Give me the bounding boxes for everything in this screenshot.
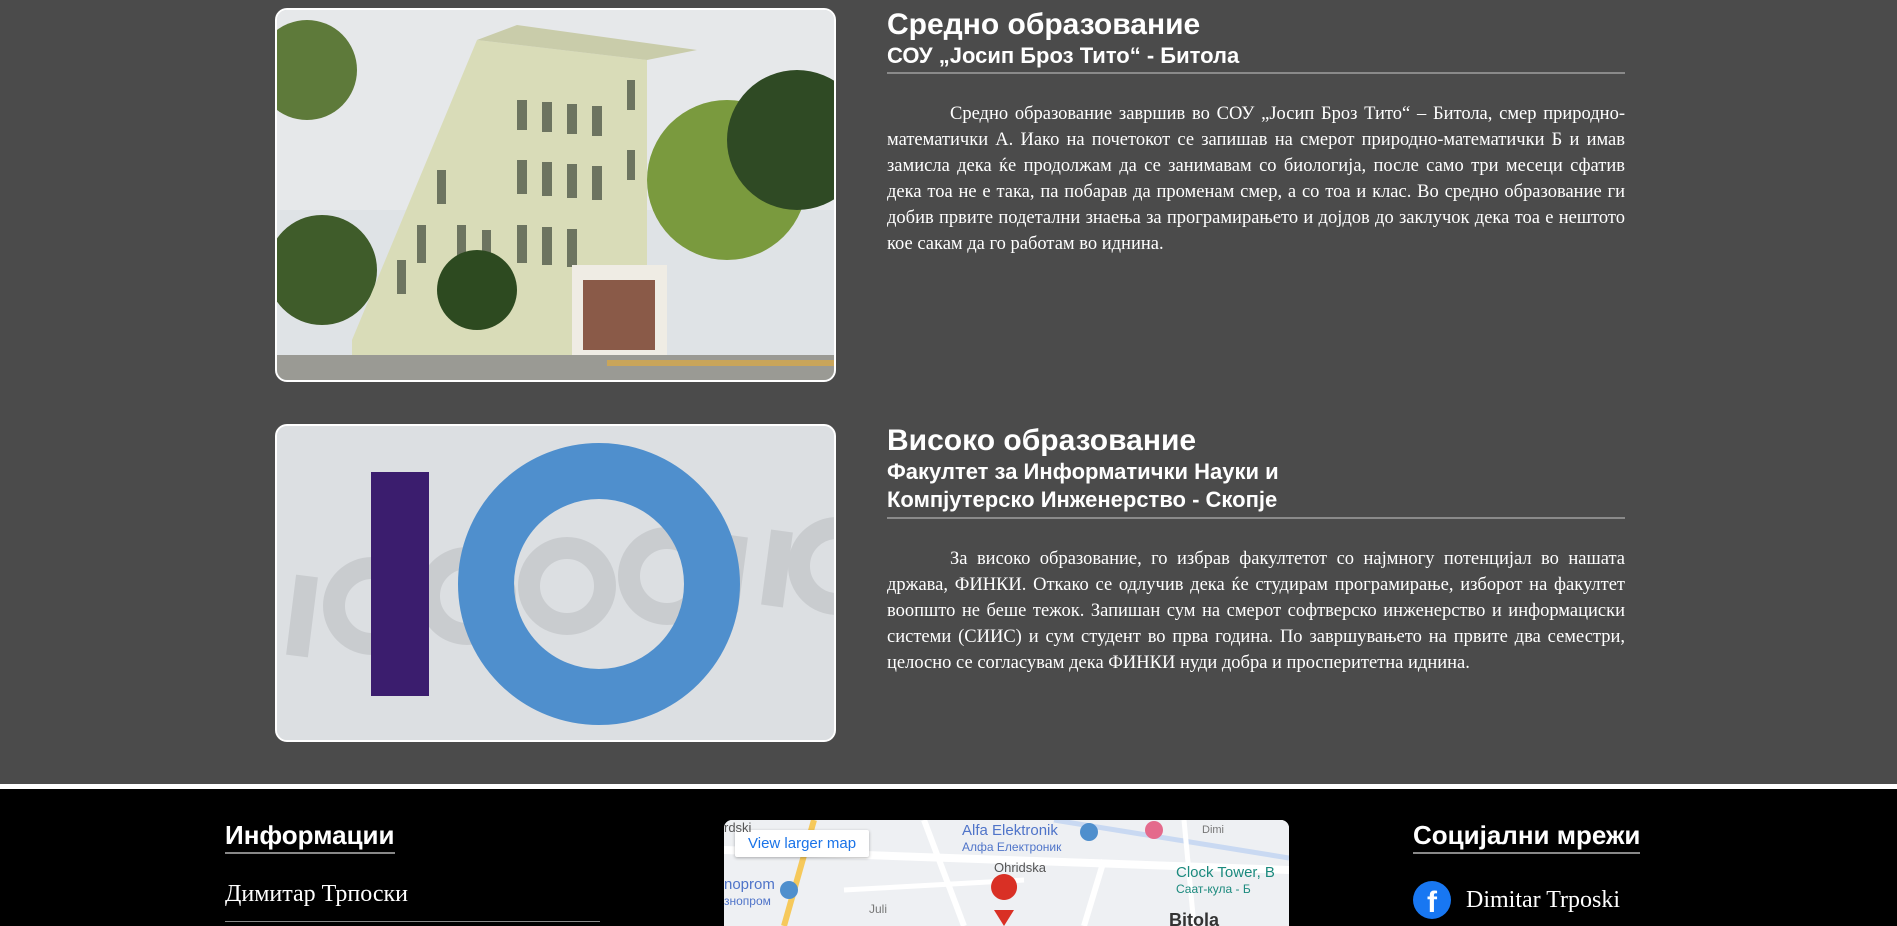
higher-title: Високо образование [887, 424, 1197, 457]
higher-subtitle-line2: Компјутерско Инженерство - Скопје [887, 487, 1278, 512]
facebook-icon[interactable]: f [1413, 881, 1451, 919]
info-name: Димитар Трпоски [225, 881, 409, 907]
school-building-image [277, 10, 834, 380]
finki-bar [371, 472, 429, 696]
map-label-street: Ohridska [994, 860, 1047, 875]
social-title: Социјални мрежи [1413, 820, 1641, 854]
map-label-alfa: Alfa Elektronik [962, 822, 1058, 839]
higher-text: Високо образование Факултет за Информати… [887, 424, 1625, 695]
map-label-juli: Juli [869, 902, 888, 916]
secondary-paragraph: Средно образование завршив во СОУ „Јосип… [887, 104, 1625, 254]
map-label-left: rdski [724, 820, 752, 835]
map-label-tower-cyr: Саат-кула - Б [1176, 882, 1251, 896]
map-label-tower: Clock Tower, B [1176, 864, 1275, 881]
finki-logo [277, 426, 834, 740]
view-larger-map-link[interactable]: View larger map [735, 830, 870, 857]
school-photo [275, 8, 836, 382]
map-label-shop: nоprom [724, 876, 775, 893]
secondary-text: Средно образование СОУ „Јосип Броз Тито“… [887, 8, 1625, 276]
secondary-subtitle: СОУ „Јосип Броз Тито“ - Битола [887, 42, 1625, 74]
facebook-link[interactable]: Dimitar Trposki [1466, 885, 1620, 915]
higher-subtitle-line1: Факултет за Информатички Науки и [887, 459, 1279, 484]
info-title: Информации [225, 820, 395, 854]
secondary-title: Средно образование [887, 8, 1201, 41]
footer: Информации Димитар Трпоски View larger m… [0, 789, 1897, 926]
map-label-dim: Dimi [1202, 824, 1224, 836]
info-underline [225, 921, 600, 922]
higher-subtitle: Факултет за Информатички Науки и Компјут… [887, 458, 1625, 519]
map-label-alfa-cyr: Алфа Електроник [962, 840, 1062, 854]
map-embed[interactable]: View larger map rdski Alfa Elektronik Ал… [724, 820, 1289, 926]
map-label-shop-cyr: знопром [724, 894, 771, 908]
higher-paragraph: За високо образование, го избрав факулте… [887, 549, 1625, 673]
map-label-city: Bitola [1169, 910, 1220, 926]
finki-logo-image [275, 424, 836, 742]
